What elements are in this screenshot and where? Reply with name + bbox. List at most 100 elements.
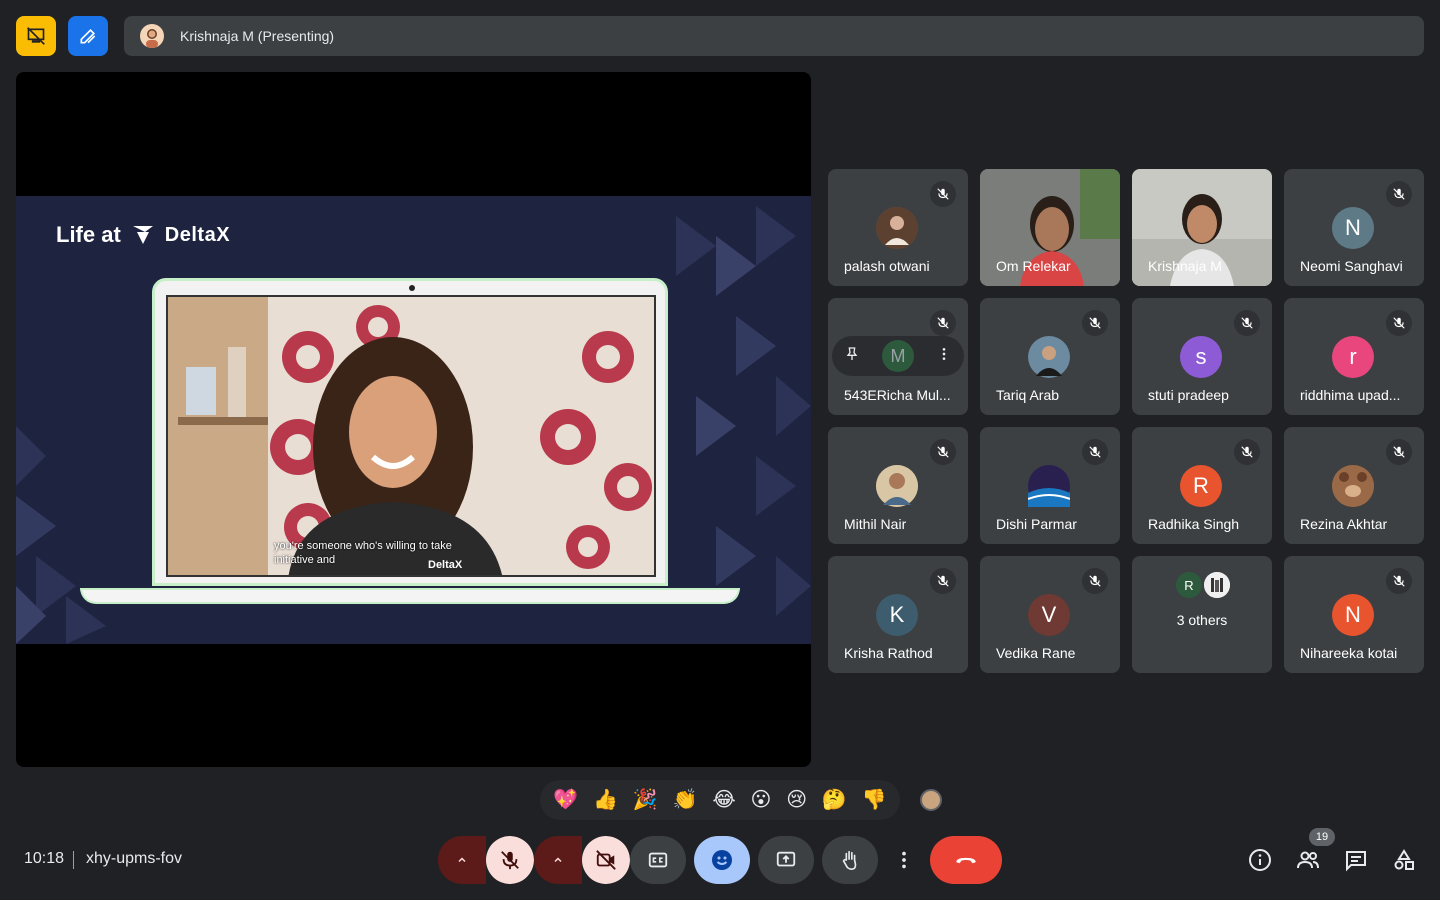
pen-icon [80,28,96,44]
chevron-up-icon [458,857,466,863]
person-avatar-icon [146,29,158,48]
reaction-party[interactable]: 🎉 [633,790,658,810]
people-count-badge: 19 [1309,828,1335,846]
speaker-video-illustration [168,297,654,575]
reaction-laugh[interactable]: 😂 [712,790,735,810]
participant-name: Mithil Nair [844,516,907,532]
reactions-button[interactable] [694,836,750,884]
caption-line-2: initiative and [274,554,336,566]
participant-tile[interactable]: Tariq Arab [980,298,1120,415]
mic-off-icon [1386,310,1412,336]
meeting-code: xhy-upms-fov [86,850,183,867]
participant-tile[interactable]: Dishi Parmar [980,427,1120,544]
mic-off-icon [930,310,956,336]
reactions-bar: 💖 👍 🎉 👏 😂 😮 😢 🤔 👎 [540,780,900,820]
participant-tile[interactable]: N Neomi Sanghavi [1284,169,1424,286]
participant-avatar [1028,336,1070,378]
mic-off-icon [1082,568,1108,594]
participant-tile[interactable]: V Vedika Rane [980,556,1120,673]
landscape-photo-icon [1028,465,1070,507]
participant-tile[interactable]: M 543ERicha Mul... [828,298,968,415]
video-options-button[interactable] [534,836,582,884]
camera-toggle-button[interactable] [582,836,630,884]
participant-tile[interactable]: r riddhima upad... [1284,298,1424,415]
mic-off-icon [1234,310,1260,336]
mic-off-icon [1234,439,1260,465]
participant-tile[interactable]: R Radhika Singh [1132,427,1272,544]
video-caption: you're someone who's willing to take ini… [274,539,452,567]
audio-options-button[interactable] [438,836,486,884]
reaction-sad[interactable]: 😢 [786,790,807,810]
emoji-icon [712,850,732,870]
participant-name: Om Relekar [996,258,1071,274]
participant-tile[interactable]: s stuti pradeep [1132,298,1272,415]
participant-tile[interactable]: Rezina Akhtar [1284,427,1424,544]
caption-line-1: you're someone who's willing to take [274,540,452,552]
camera-controls [534,836,630,884]
skin-tone-selector[interactable] [920,789,942,811]
participant-avatar: N [1332,594,1374,636]
reaction-clap[interactable]: 👏 [673,790,698,810]
participant-avatar [1332,465,1374,507]
annotate-button[interactable] [68,16,108,56]
participant-tile[interactable]: Om Relekar [980,169,1120,286]
leave-call-button[interactable] [930,836,1002,884]
meeting-details-button[interactable] [1246,846,1274,874]
captions-button[interactable] [630,836,686,884]
reaction-thumbs-up[interactable]: 👍 [593,790,618,810]
captions-off-toggle[interactable] [16,16,56,56]
mic-toggle-button[interactable] [486,836,534,884]
participant-tile[interactable]: palash otwani [828,169,968,286]
caption-brand: DeltaX [428,559,463,571]
mic-off-icon [1386,181,1412,207]
chat-button[interactable] [1342,846,1370,874]
participant-name: 543ERicha Mul... [844,387,951,403]
mic-off-icon [1386,439,1412,465]
participant-tile[interactable]: Krishnaja M [1132,169,1272,286]
presentation-stage[interactable]: Life at DeltaX you're someone who's will… [16,72,811,767]
reaction-heart[interactable]: 💖 [553,790,578,810]
participant-avatar: s [1180,336,1222,378]
laptop-base [80,588,740,604]
participant-name: Krishnaja M [1148,258,1222,274]
people-button[interactable] [1294,846,1322,874]
participant-name: Neomi Sanghavi [1300,258,1403,274]
participant-avatar: R [1180,465,1222,507]
participant-avatar: r [1332,336,1374,378]
divider [73,851,74,869]
more-options-button[interactable] [886,836,922,884]
participant-tile[interactable]: N Nihareeka kotai [1284,556,1424,673]
activities-button[interactable] [1390,846,1418,874]
bear-avatar-icon [1332,465,1374,507]
video-in-slide: you're someone who's willing to take ini… [166,295,656,577]
participant-avatar: M [882,340,914,372]
reaction-thumbs-down[interactable]: 👎 [862,790,887,810]
reaction-thinking[interactable]: 🤔 [822,790,847,810]
mask-avatar-icon [1204,572,1230,598]
slide-heading-prefix: Life at [56,222,121,247]
participant-name: stuti pradeep [1148,387,1229,403]
participant-tile[interactable]: K Krisha Rathod [828,556,968,673]
more-options-icon[interactable] [936,346,952,367]
pin-icon[interactable] [844,346,860,367]
presenter-banner: Krishnaja M (Presenting) [124,16,1424,56]
raise-hand-button[interactable] [822,836,878,884]
participant-name: riddhima upad... [1300,387,1401,403]
participant-tile[interactable]: Mithil Nair [828,427,968,544]
person-photo-icon [876,207,918,249]
participant-avatar [1028,465,1070,507]
mic-off-icon [1082,439,1108,465]
participant-name: Dishi Parmar [996,516,1077,532]
present-now-button[interactable] [758,836,814,884]
participant-name: Vedika Rane [996,645,1076,661]
participant-name: Krisha Rathod [844,645,933,661]
presentation-slide: Life at DeltaX you're someone who's will… [16,196,811,644]
participant-avatar: K [876,594,918,636]
reaction-surprised[interactable]: 😮 [751,790,772,810]
person-photo-icon [1028,336,1070,378]
people-icon [1297,851,1319,869]
participant-avatar: N [1332,207,1374,249]
participant-name: Radhika Singh [1148,516,1240,532]
others-tile[interactable]: R 3 others [1132,556,1272,673]
present-screen-icon [776,851,796,867]
